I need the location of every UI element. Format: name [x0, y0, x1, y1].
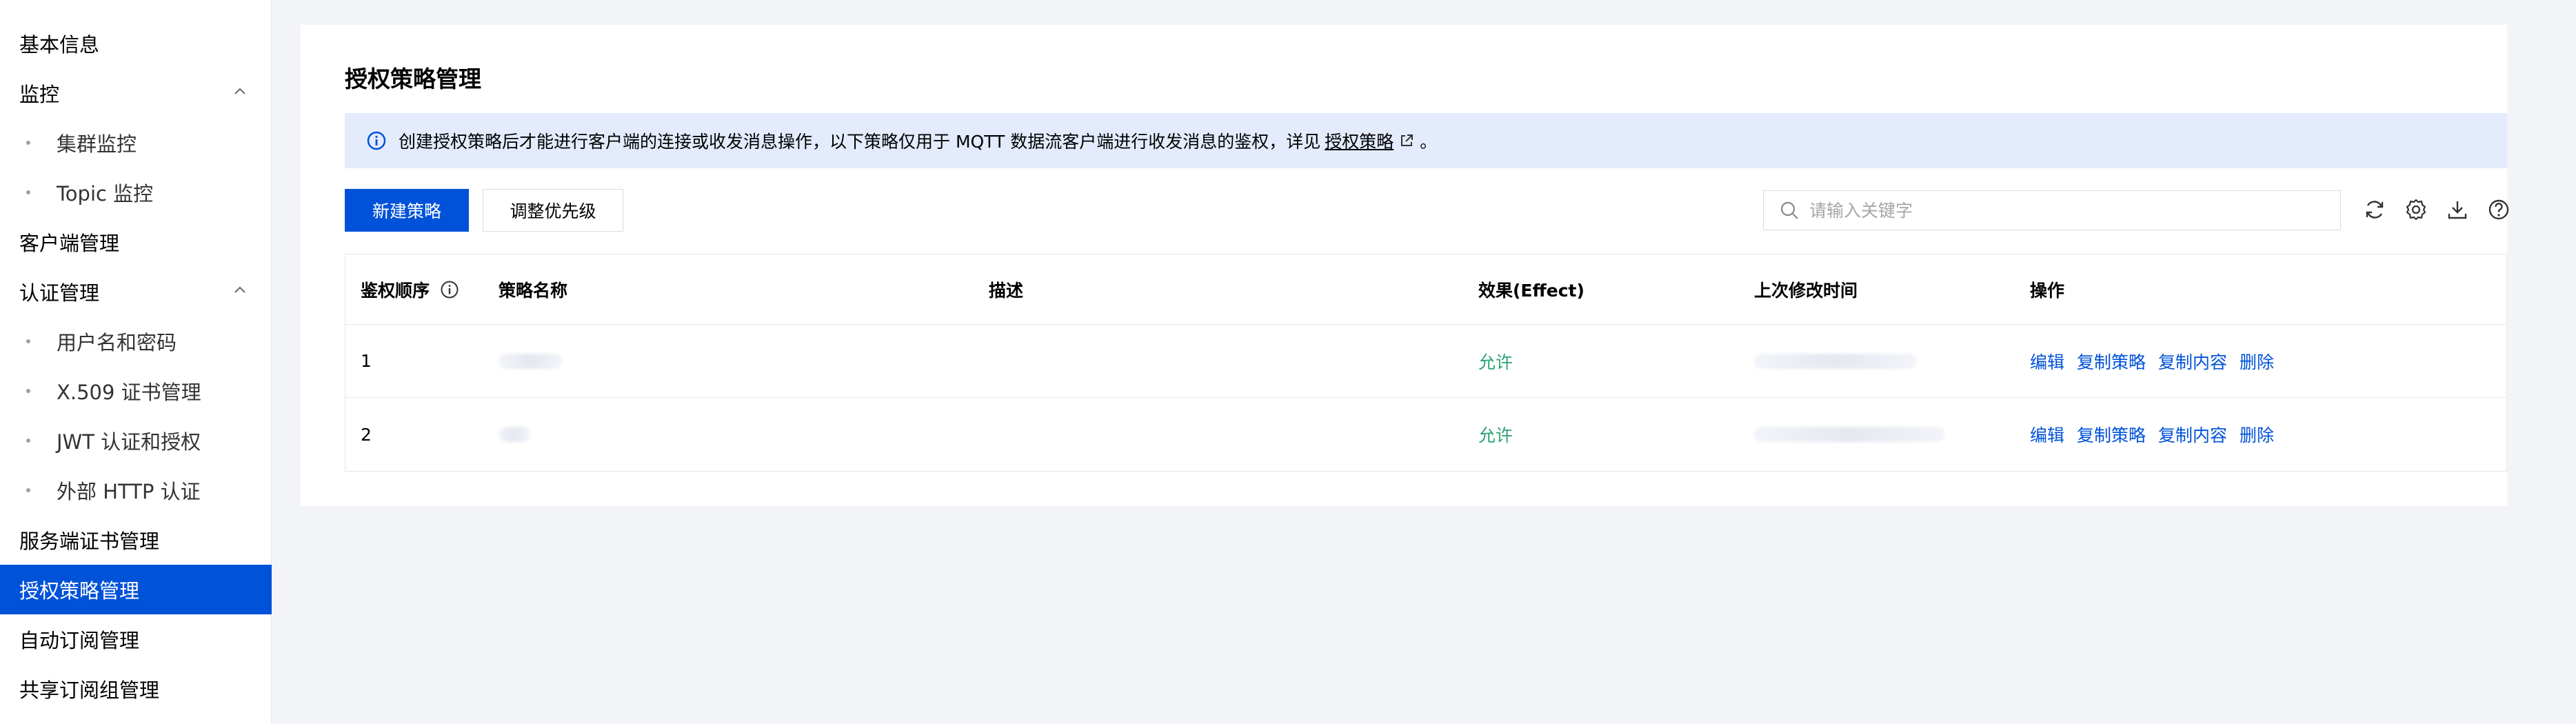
actions-cell: 编辑 复制策略 复制内容 删除 — [2030, 325, 2286, 397]
page-title: 授权策略管理 — [345, 66, 481, 92]
actions-cell: 编辑 复制策略 复制内容 删除 — [2030, 398, 2286, 471]
search-icon — [1780, 201, 1798, 219]
gear-icon[interactable] — [2404, 197, 2428, 222]
copy-content-link[interactable]: 复制内容 — [2158, 422, 2227, 447]
redacted-text — [499, 353, 562, 369]
sidebar-item-shared-subscription[interactable]: 共享订阅组管理 — [0, 664, 272, 714]
chevron-up-icon — [234, 88, 245, 94]
search-input[interactable] — [1809, 200, 2333, 221]
table-header: 鉴权顺序 策略名称 描述 效果(Effect) 上次修改时间 操作 — [345, 254, 2506, 325]
sidebar-item-x509-cert[interactable]: X.509 证书管理 — [0, 366, 272, 416]
sidebar-item-auto-subscribe[interactable]: 自动订阅管理 — [0, 614, 272, 664]
table-row: 1 允许 编辑 复制策略 复制内容 删除 — [345, 325, 2506, 398]
sidebar-item-jwt-auth[interactable]: JWT 认证和授权 — [0, 416, 272, 465]
sidebar: 基本信息 监控 集群监控 Topic 监控 客户端管理 认证管理 用户名和密码 … — [0, 0, 272, 724]
help-icon[interactable] — [2486, 197, 2511, 222]
download-icon[interactable] — [2445, 197, 2470, 222]
bullet-icon — [26, 439, 30, 443]
bullet-icon — [26, 488, 30, 492]
policy-doc-link[interactable]: 授权策略 — [1325, 128, 1393, 153]
bullet-icon — [26, 389, 30, 393]
info-notice: 创建授权策略后才能进行客户端的连接或收发消息操作，以下策略仅用于 MQTT 数据… — [345, 113, 2507, 168]
policy-name-cell[interactable] — [499, 398, 530, 471]
policy-name-cell[interactable] — [499, 325, 562, 397]
refresh-icon[interactable] — [2362, 197, 2387, 222]
bullet-icon — [26, 141, 30, 145]
delete-link[interactable]: 删除 — [2240, 349, 2274, 374]
effect-allow-text: 允许 — [1478, 425, 1513, 445]
sidebar-item-monitoring[interactable]: 监控 — [0, 68, 272, 118]
sidebar-item-basic-info[interactable]: 基本信息 — [0, 19, 272, 68]
sidebar-item-auth-policy[interactable]: 授权策略管理 — [0, 565, 272, 614]
policy-table: 鉴权顺序 策略名称 描述 效果(Effect) 上次修改时间 操作 1 允许 编… — [345, 254, 2507, 472]
modified-time-cell — [1754, 398, 1944, 471]
notice-text: 创建授权策略后才能进行客户端的连接或收发消息操作，以下策略仅用于 MQTT 数据… — [399, 132, 1321, 152]
modified-time-cell — [1754, 325, 1917, 397]
sidebar-item-topic-monitoring[interactable]: Topic 监控 — [0, 168, 272, 217]
column-header-name: 策略名称 — [499, 280, 568, 301]
chevron-up-icon — [234, 286, 245, 293]
redacted-text — [499, 427, 530, 442]
effect-cell: 允许 — [1478, 325, 1513, 397]
copy-policy-link[interactable]: 复制策略 — [2077, 422, 2146, 447]
column-header-actions: 操作 — [2030, 280, 2065, 301]
copy-policy-link[interactable]: 复制策略 — [2077, 349, 2146, 374]
search-box — [1763, 190, 2341, 230]
column-header-effect: 效果(Effect) — [1478, 280, 1584, 301]
sidebar-item-server-cert[interactable]: 服务端证书管理 — [0, 515, 272, 565]
external-link-icon[interactable] — [1399, 133, 1414, 148]
column-header-modified-time: 上次修改时间 — [1754, 280, 1858, 301]
order-cell: 2 — [361, 424, 372, 445]
new-policy-button[interactable]: 新建策略 — [345, 189, 469, 232]
info-icon — [367, 131, 386, 150]
sidebar-item-client-management[interactable]: 客户端管理 — [0, 217, 272, 267]
effect-allow-text: 允许 — [1478, 352, 1513, 372]
effect-cell: 允许 — [1478, 398, 1513, 471]
table-row: 2 允许 编辑 复制策略 复制内容 删除 — [345, 398, 2506, 471]
redacted-text — [1754, 427, 1944, 442]
edit-link[interactable]: 编辑 — [2030, 422, 2064, 447]
sidebar-item-username-password[interactable]: 用户名和密码 — [0, 316, 272, 366]
edit-link[interactable]: 编辑 — [2030, 349, 2064, 374]
copy-content-link[interactable]: 复制内容 — [2158, 349, 2227, 374]
info-icon[interactable] — [439, 279, 460, 300]
main-card: 授权策略管理 创建授权策略后才能进行客户端的连接或收发消息操作，以下策略仅用于 … — [301, 25, 2509, 506]
adjust-priority-button[interactable]: 调整优先级 — [483, 189, 623, 232]
sidebar-item-auth-management[interactable]: 认证管理 — [0, 267, 272, 316]
redacted-text — [1754, 353, 1917, 369]
sidebar-item-cluster-monitoring[interactable]: 集群监控 — [0, 118, 272, 168]
bullet-icon — [26, 339, 30, 343]
delete-link[interactable]: 删除 — [2240, 422, 2274, 447]
bullet-icon — [26, 190, 30, 194]
column-header-description: 描述 — [989, 280, 1024, 301]
column-header-order: 鉴权顺序 — [361, 254, 460, 324]
sidebar-item-http-auth[interactable]: 外部 HTTP 认证 — [0, 465, 272, 515]
notice-suffix: 。 — [1420, 132, 1438, 152]
order-cell: 1 — [361, 351, 372, 371]
